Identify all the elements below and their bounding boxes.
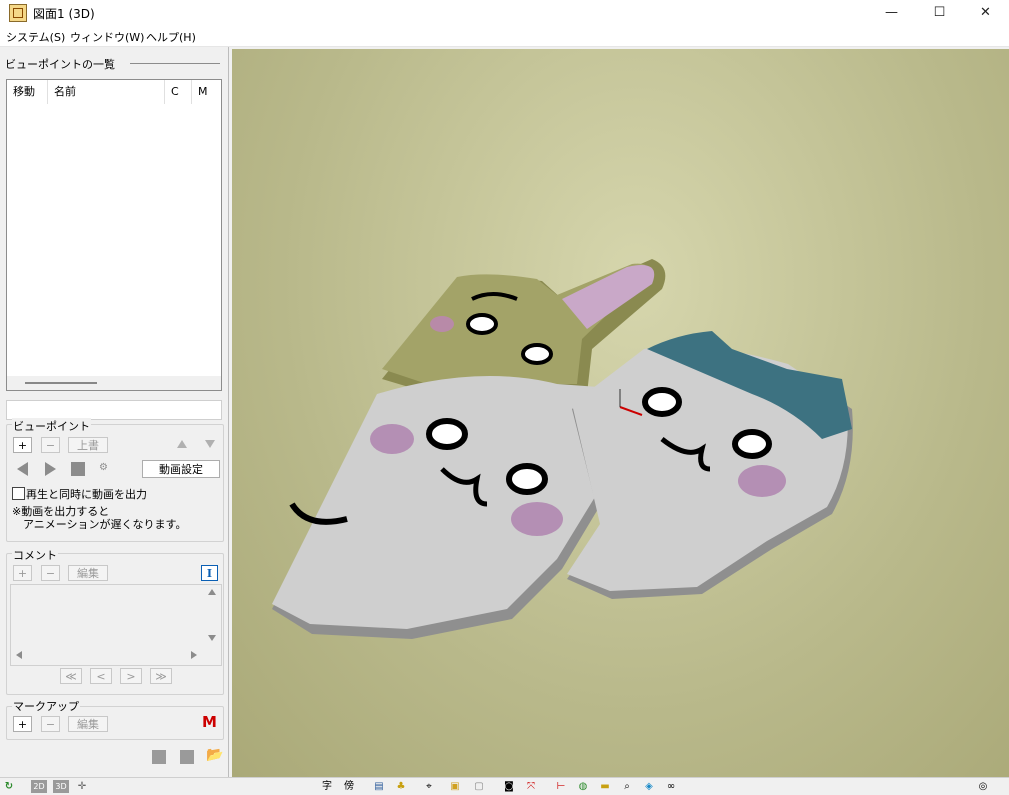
export-icon[interactable] bbox=[180, 750, 194, 764]
scroll-left-icon[interactable] bbox=[16, 651, 22, 659]
video-note-line2: アニメーションが遅くなります。 bbox=[23, 518, 187, 531]
video-settings-button[interactable]: 動画設定 bbox=[142, 460, 220, 478]
move-down-icon[interactable] bbox=[205, 440, 215, 448]
cube-icon[interactable]: ◈ bbox=[642, 780, 656, 793]
3d-viewport[interactable] bbox=[232, 49, 1009, 777]
char-button[interactable]: 字 bbox=[320, 780, 334, 793]
overwrite-button[interactable]: 上書 bbox=[68, 437, 108, 453]
viewpoint-panel: ビューポイントの一覧 移動 名前 C M ビューポイント + − 上書 ⚙ 動画… bbox=[0, 47, 229, 777]
prev-comment-button[interactable]: < bbox=[90, 668, 112, 684]
remove-comment-button[interactable]: − bbox=[41, 565, 60, 581]
camera-icon[interactable]: ◙ bbox=[502, 780, 516, 793]
text-tool-icon[interactable]: I bbox=[201, 565, 218, 581]
output-video-checkbox[interactable] bbox=[12, 487, 25, 500]
minimize-button[interactable]: — bbox=[869, 0, 914, 26]
play-backward-icon[interactable] bbox=[17, 462, 28, 476]
back-character-eye bbox=[521, 343, 553, 365]
markup-icon[interactable]: M bbox=[202, 713, 217, 731]
measure-icon[interactable]: ⊢ bbox=[554, 780, 568, 793]
camera-speed-icon[interactable]: ⚙ bbox=[99, 462, 108, 473]
divider bbox=[130, 63, 220, 64]
window-title: 図面1 (3D) bbox=[33, 7, 95, 21]
binoculars-icon[interactable]: ∞ bbox=[664, 780, 678, 793]
column-m[interactable]: M bbox=[192, 80, 221, 104]
last-comment-button[interactable]: ≫ bbox=[150, 668, 172, 684]
title-bar: 図面1 (3D) — ☐ ✕ bbox=[0, 0, 1009, 26]
comment-textarea[interactable] bbox=[10, 584, 222, 666]
menu-window[interactable]: ウィンドウ(W) bbox=[70, 29, 144, 45]
scroll-down-icon[interactable] bbox=[208, 635, 216, 641]
front-character-eye bbox=[506, 463, 548, 495]
viewpoint-list[interactable]: 移動 名前 C M bbox=[6, 79, 222, 391]
right-character-eye bbox=[732, 429, 772, 459]
crosshair-icon[interactable]: ✛ bbox=[75, 780, 89, 793]
layer-icon[interactable]: ▤ bbox=[372, 780, 386, 793]
move-up-icon[interactable] bbox=[177, 440, 187, 448]
column-c[interactable]: C bbox=[165, 80, 192, 104]
output-video-label: 再生と同時に動画を出力 bbox=[26, 488, 147, 501]
stop-icon[interactable] bbox=[71, 462, 85, 476]
add-comment-button[interactable]: + bbox=[13, 565, 32, 581]
first-comment-button[interactable]: ≪ bbox=[60, 668, 82, 684]
viewpoint-list-title: ビューポイントの一覧 bbox=[5, 58, 115, 71]
next-comment-button[interactable]: > bbox=[120, 668, 142, 684]
refresh-icon[interactable]: ↻ bbox=[2, 780, 16, 793]
edit-comment-button[interactable]: 編集 bbox=[68, 565, 108, 581]
play-forward-icon[interactable] bbox=[45, 462, 56, 476]
save-icon[interactable] bbox=[152, 750, 166, 764]
front-character-cheek bbox=[370, 424, 414, 454]
box-outline-icon[interactable]: ▢ bbox=[472, 780, 486, 793]
box-icon[interactable]: ▣ bbox=[448, 780, 462, 793]
side-button[interactable]: 傍 bbox=[342, 780, 356, 793]
column-name[interactable]: 名前 bbox=[48, 80, 165, 104]
viewpoint-name-input[interactable] bbox=[6, 400, 222, 420]
remove-viewpoint-button[interactable]: − bbox=[41, 437, 60, 453]
scrollbar-thumb[interactable] bbox=[25, 382, 97, 384]
target-icon[interactable]: ◎ bbox=[976, 780, 990, 793]
comment-group-title: コメント bbox=[12, 547, 58, 563]
scroll-up-icon[interactable] bbox=[208, 589, 216, 595]
app-icon bbox=[9, 4, 27, 22]
add-viewpoint-button[interactable]: + bbox=[13, 437, 32, 453]
zoom-icon[interactable]: ⌕ bbox=[620, 780, 634, 793]
tree-icon[interactable]: ♣ bbox=[394, 780, 408, 793]
scroll-right-icon[interactable] bbox=[191, 651, 197, 659]
3d-model-render bbox=[272, 259, 853, 639]
close-button[interactable]: ✕ bbox=[963, 0, 1008, 26]
maximize-button[interactable]: ☐ bbox=[917, 0, 962, 26]
right-character-cheek bbox=[738, 465, 786, 497]
front-character-eye bbox=[426, 418, 468, 450]
open-folder-icon[interactable]: 📂 bbox=[206, 747, 223, 763]
list-horizontal-scrollbar[interactable] bbox=[7, 376, 221, 390]
menu-system[interactable]: システム(S) bbox=[6, 29, 65, 45]
3d-view-button[interactable]: 3D bbox=[53, 780, 69, 793]
column-move[interactable]: 移動 bbox=[7, 80, 48, 104]
ruler-icon[interactable]: ▬ bbox=[598, 780, 612, 793]
back-character-cheek bbox=[430, 316, 454, 332]
remove-markup-button[interactable]: − bbox=[41, 716, 60, 732]
markup-group-title: マークアップ bbox=[12, 698, 80, 714]
viewpoint-group-title: ビューポイント bbox=[12, 418, 91, 434]
status-bar: ↻ 2D 3D ✛ 字 傍 ▤ ♣ ⌖ ▣ ▢ ◙ ⤧ ⊢ ◍ ▬ ⌕ ◈ ∞ … bbox=[0, 777, 1009, 795]
back-character-eye bbox=[466, 313, 498, 335]
edit-markup-button[interactable]: 編集 bbox=[68, 716, 108, 732]
tag-icon[interactable]: ⌖ bbox=[422, 780, 436, 793]
front-character-cheek bbox=[511, 502, 563, 536]
add-markup-button[interactable]: + bbox=[13, 716, 32, 732]
menu-bar: システム(S) ウィンドウ(W) ヘルプ(H) bbox=[0, 26, 1009, 47]
right-character-eye bbox=[642, 387, 682, 417]
menu-help[interactable]: ヘルプ(H) bbox=[146, 29, 196, 45]
2d-view-button[interactable]: 2D bbox=[31, 780, 47, 793]
globe-icon[interactable]: ◍ bbox=[576, 780, 590, 793]
axis-icon[interactable]: ⤧ bbox=[524, 780, 538, 793]
